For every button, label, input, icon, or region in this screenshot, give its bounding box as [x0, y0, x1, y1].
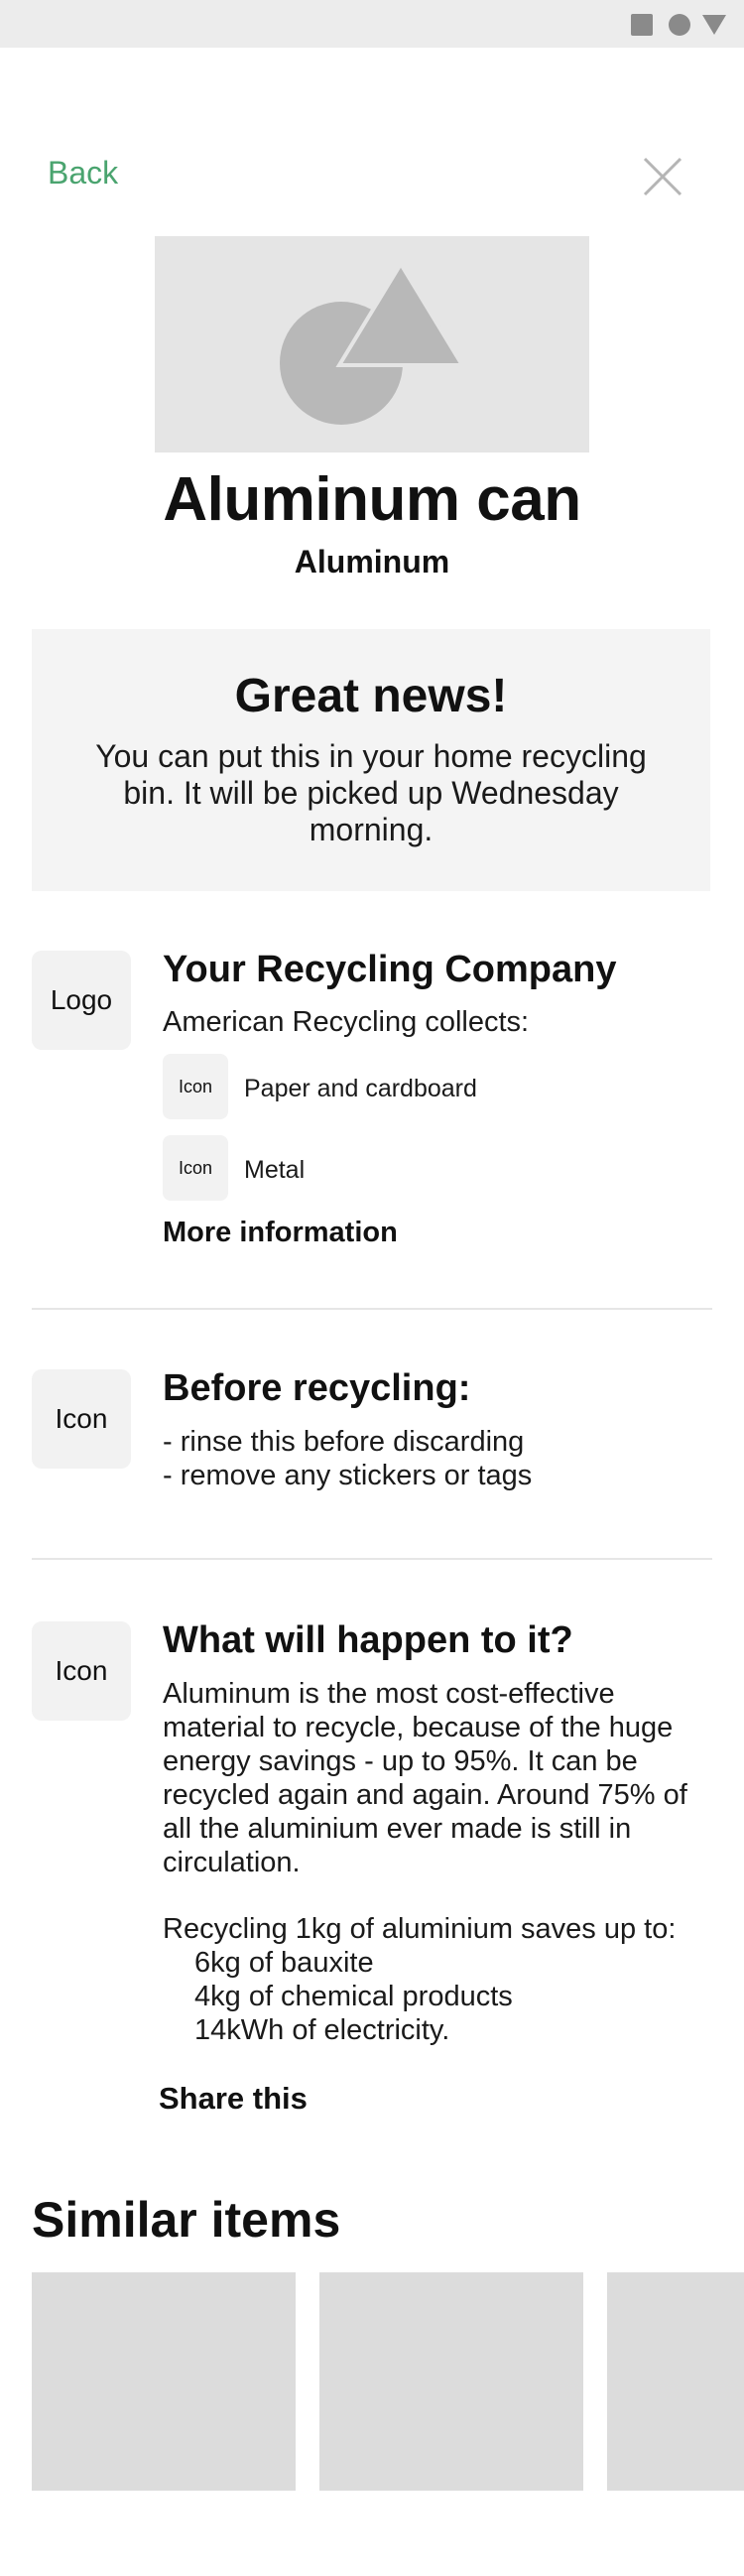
status-title: Great news!	[234, 670, 508, 722]
status-message: You can put this in your home recycling …	[95, 738, 647, 847]
before-step: - rinse this before discarding	[163, 1426, 525, 1458]
divider	[32, 1558, 712, 1560]
company-heading: Your Recycling Company	[163, 949, 617, 990]
happen-heading: What will happen to it?	[163, 1619, 573, 1661]
savings-item: 4kg of chemical products	[194, 1981, 513, 2012]
metal-icon: Icon	[163, 1135, 228, 1201]
triangle-icon	[702, 15, 726, 35]
similar-item-card[interactable]	[319, 2272, 583, 2491]
share-button[interactable]: Share this	[159, 2081, 308, 2117]
more-information-link[interactable]: More information	[163, 1217, 398, 1249]
company-collects-text: American Recycling collects:	[163, 1006, 530, 1038]
image-placeholder-icon	[280, 260, 466, 425]
paper-icon: Icon	[163, 1054, 228, 1119]
item-detail-page: Back Aluminum can Aluminum Great news! Y…	[0, 0, 744, 2576]
item-image	[155, 236, 589, 452]
savings-item: 6kg of bauxite	[194, 1947, 374, 1979]
square-icon	[631, 14, 653, 36]
back-button[interactable]: Back	[48, 155, 118, 192]
rinse-icon: Icon	[32, 1369, 131, 1469]
similar-item-card[interactable]	[607, 2272, 744, 2491]
item-material: Aluminum	[294, 544, 450, 580]
circle-icon	[669, 14, 690, 36]
similar-items-heading: Similar items	[32, 2192, 341, 2248]
collected-item-label: Metal	[244, 1156, 306, 1184]
status-bar	[0, 0, 744, 48]
collected-item-label: Paper and cardboard	[244, 1075, 477, 1102]
close-icon[interactable]	[641, 155, 684, 198]
item-title: Aluminum can	[163, 465, 581, 534]
savings-item: 14kWh of electricity.	[194, 2014, 450, 2046]
before-step: - remove any stickers or tags	[163, 1460, 533, 1491]
before-heading: Before recycling:	[163, 1367, 471, 1409]
happen-paragraph: Aluminum is the most cost-effective mate…	[163, 1678, 687, 1878]
company-logo: Logo	[32, 951, 131, 1050]
status-panel: Great news! You can put this in your hom…	[32, 629, 710, 891]
process-icon: Icon	[32, 1621, 131, 1721]
savings-intro: Recycling 1kg of aluminium saves up to:	[163, 1913, 677, 1945]
similar-item-card[interactable]	[32, 2272, 296, 2491]
divider	[32, 1308, 712, 1310]
